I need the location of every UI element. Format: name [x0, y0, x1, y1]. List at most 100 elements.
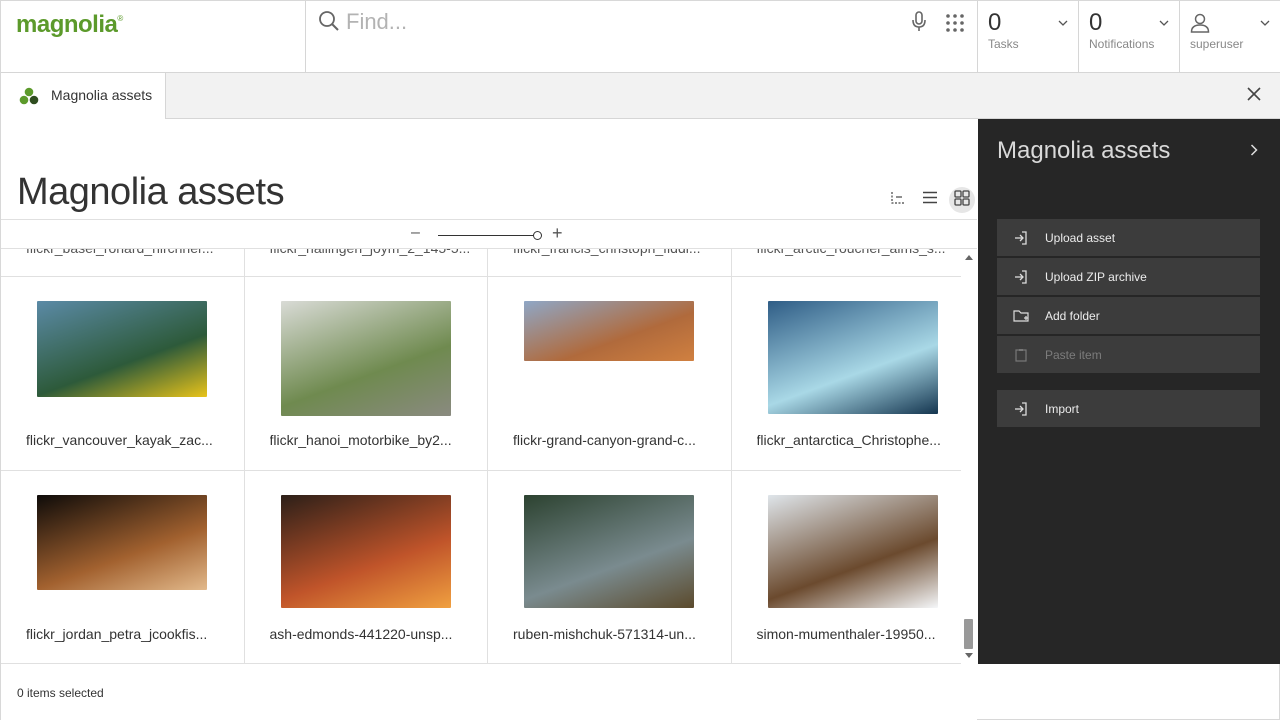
top-bar: magnolia® 0 Tasks 0 N [1, 1, 1280, 73]
asset-row: flickr_vancouver_kayak_zac... flickr_hano… [1, 277, 961, 471]
asset-tile[interactable]: ruben-mishchuk-571314-un... [488, 471, 732, 663]
app-launcher-icon[interactable] [945, 13, 965, 38]
notifications-indicator[interactable]: 0 Notifications [1078, 1, 1179, 73]
upload-icon [997, 230, 1045, 245]
thumbnail-frame [732, 301, 962, 415]
asset-filename: flickr_vancouver_kayak_zac... [26, 432, 213, 448]
asset-tile[interactable]: flickr_antarctica_Christophe... [732, 277, 962, 470]
zoom-out-button[interactable]: – [411, 224, 420, 242]
asset-tile[interactable]: ash-edmonds-441220-unsp... [245, 471, 488, 663]
asset-thumbnail[interactable] [280, 495, 451, 608]
thumbnail-zoom-bar: – + [1, 219, 977, 249]
asset-tile[interactable]: flickr-grand-canyon-grand-c... [488, 277, 732, 470]
zoom-slider[interactable] [438, 235, 538, 236]
asset-thumbnail[interactable] [37, 495, 208, 590]
magnolia-logo[interactable]: magnolia® [16, 11, 123, 39]
search-input[interactable] [346, 7, 846, 37]
tasks-indicator[interactable]: 0 Tasks [977, 1, 1078, 73]
action-add-folder[interactable]: Add folder [997, 297, 1260, 334]
user-menu[interactable]: superuser [1179, 1, 1280, 73]
zoom-slider-handle[interactable] [533, 231, 542, 240]
asset-tile[interactable]: flickr_arctic_roucher_alms_s... [732, 249, 962, 276]
notifications-count: 0 [1089, 9, 1103, 36]
action-upload-asset[interactable]: Upload asset [997, 219, 1260, 256]
asset-thumbnail[interactable] [37, 301, 208, 397]
asset-grid: flickr_basel_rohard_hirchner... flickr_ha… [1, 249, 961, 664]
asset-tile[interactable]: flickr_basel_rohard_hirchner... [1, 249, 245, 276]
zoom-in-button[interactable]: + [552, 223, 563, 244]
action-paste-item[interactable]: Paste item [997, 336, 1260, 373]
logo-area[interactable]: magnolia® [1, 1, 306, 73]
chevron-down-icon[interactable] [1058, 13, 1068, 31]
asset-thumbnail[interactable] [767, 495, 938, 608]
asset-filename: flickr_basel_rohard_hirchner... [26, 249, 230, 256]
asset-tile[interactable]: flickr_francis_christoph_fiddl... [488, 249, 732, 276]
grid-scrollbar[interactable] [961, 249, 976, 664]
search-icon[interactable] [318, 10, 340, 37]
tab-bar: Magnolia assets [1, 73, 1280, 119]
folder-add-icon [997, 309, 1045, 323]
asset-tile[interactable]: flickr_hanoi_motorbike_by2... [245, 277, 488, 470]
scroll-up-arrow[interactable] [965, 255, 973, 260]
tree-view-button[interactable] [885, 187, 911, 213]
list-view-button[interactable] [917, 187, 943, 213]
microphone-icon[interactable] [912, 11, 926, 38]
chevron-down-icon[interactable] [1159, 13, 1169, 31]
search-bar [306, 1, 977, 73]
view-switcher [885, 187, 975, 213]
selection-status: 0 items selected [17, 686, 104, 700]
chevron-down-icon[interactable] [1260, 13, 1270, 31]
thumbnail-frame [245, 301, 488, 416]
asset-thumbnail[interactable] [524, 495, 695, 608]
asset-row: flickr_basel_rohard_hirchner... flickr_ha… [1, 249, 961, 277]
asset-filename: flickr_antarctica_Christophe... [756, 432, 941, 448]
app-window: magnolia® 0 Tasks 0 N [0, 0, 1280, 720]
action-label: Add folder [1045, 308, 1100, 323]
asset-filename: flickr_arctic_roucher_alms_s... [757, 249, 961, 256]
clipboard-icon [997, 348, 1045, 362]
asset-tile[interactable]: flickr_jordan_petra_jcookfis... [1, 471, 245, 663]
user-icon [1190, 13, 1210, 38]
assets-app-icon [19, 87, 39, 110]
user-name: superuser [1190, 37, 1244, 51]
thumbnail-view-button[interactable] [949, 187, 975, 213]
action-upload-zip-archive[interactable]: Upload ZIP archive [997, 258, 1260, 295]
tab-label: Magnolia assets [51, 87, 153, 103]
action-label: Upload ZIP archive [1045, 269, 1147, 284]
asset-filename: ash-edmonds-441220-unsp... [269, 626, 453, 642]
thumbnail-frame [732, 495, 962, 609]
asset-filename: flickr-grand-canyon-grand-c... [513, 432, 696, 448]
action-label: Paste item [1045, 347, 1102, 362]
asset-thumbnail[interactable] [767, 301, 938, 414]
asset-filename: flickr_jordan_petra_jcookfis... [26, 626, 208, 642]
thumbnail-frame [1, 495, 244, 609]
action-import[interactable]: Import [997, 390, 1260, 427]
asset-filename: simon-mumenthaler-19950... [756, 626, 936, 642]
asset-grid-rows: flickr_basel_rohard_hirchner... flickr_ha… [1, 249, 962, 663]
tasks-count: 0 [988, 9, 1002, 36]
scroll-down-arrow[interactable] [965, 653, 973, 658]
tree-view-icon [890, 191, 906, 210]
asset-tile[interactable]: flickr_vancouver_kayak_zac... [1, 277, 245, 470]
asset-filename: ruben-mishchuk-571314-un... [513, 626, 696, 642]
asset-thumbnail[interactable] [524, 301, 695, 361]
tab-magnolia-assets[interactable]: Magnolia assets [1, 73, 166, 119]
thumbnail-frame [488, 495, 731, 609]
thumbnail-frame [1, 301, 244, 415]
close-icon[interactable] [1247, 87, 1261, 106]
asset-filename: flickr_hallingen_joym_2_145-5... [270, 249, 474, 256]
chevron-right-icon[interactable] [1250, 143, 1258, 161]
tasks-label: Tasks [988, 37, 1019, 51]
asset-tile[interactable]: simon-mumenthaler-19950... [732, 471, 962, 663]
action-bar: Magnolia assets Upload asset Upload ZIP a… [978, 119, 1280, 664]
thumbnail-frame [245, 495, 488, 609]
notifications-label: Notifications [1089, 37, 1155, 51]
action-label: Import [1045, 401, 1080, 416]
upload-icon [997, 269, 1045, 284]
asset-tile[interactable]: flickr_hallingen_joym_2_145-5... [245, 249, 488, 276]
asset-filename: flickr_francis_christoph_fiddl... [513, 249, 717, 256]
import-icon [997, 401, 1045, 416]
scrollbar-thumb[interactable] [964, 619, 973, 649]
asset-thumbnail[interactable] [280, 301, 451, 416]
thumbnail-view-icon [954, 189, 970, 211]
